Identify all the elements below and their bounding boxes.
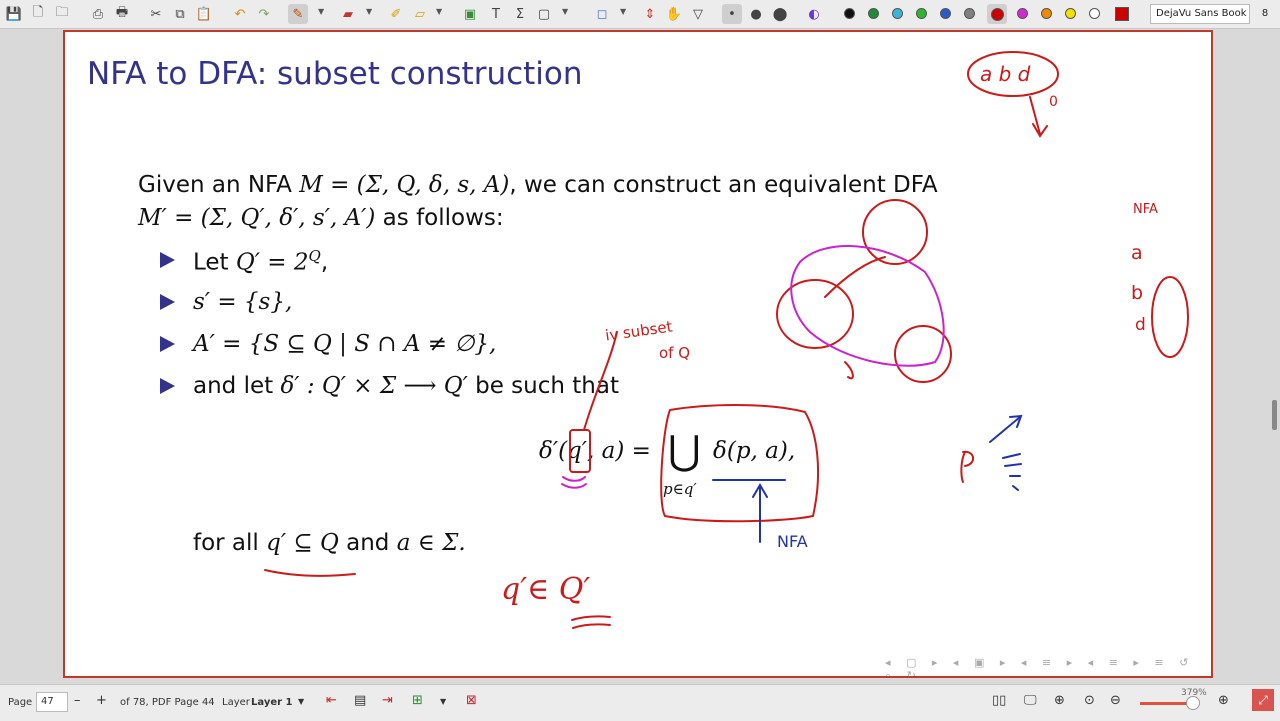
zoom-out-icon[interactable]: ⊖ [1110, 693, 1121, 708]
layer-label: Layer [222, 697, 250, 708]
page-number-input[interactable]: 47 [36, 692, 68, 712]
font-size-value[interactable]: 8 [1254, 4, 1276, 24]
ink-box-qprime [569, 429, 591, 473]
layer-chevron-icon[interactable]: ▼ [298, 697, 304, 706]
zoom-100-icon[interactable]: ⊙ [1084, 693, 1095, 708]
ink-double-underline [571, 615, 611, 629]
open-folder-icon[interactable]: 🗀 [52, 4, 72, 24]
rect-select-icon[interactable]: ◻ [592, 4, 612, 24]
ink-arrow-1 [824, 256, 886, 298]
new-document-icon[interactable]: 🗋 [28, 4, 48, 24]
color-gray-swatch[interactable] [964, 8, 975, 19]
ink-text-q-in-Q: q′∈ Q′ [501, 572, 591, 607]
ink-blue-arrow [752, 483, 768, 543]
color-lightgreen-swatch[interactable] [916, 8, 927, 19]
vertical-space-icon[interactable]: ⇕ [640, 4, 660, 24]
select-rect-icon[interactable]: ▢ [534, 4, 554, 24]
shapes-icon[interactable]: ▱ [410, 4, 430, 24]
ink-blue-arrow-p [989, 414, 1023, 443]
cut-icon[interactable]: ✂ [146, 4, 166, 24]
ink-letter-p [960, 450, 974, 483]
pen-options-chevron-icon[interactable]: ▼ [318, 7, 324, 16]
redo-icon[interactable]: ↷ [254, 4, 274, 24]
delete-layer-icon[interactable]: ⊠ [466, 693, 477, 708]
ink-state-circle-1 [776, 279, 854, 349]
two-page-view-icon[interactable]: ▯▯ [992, 693, 1006, 708]
export-pdf-icon[interactable]: ⎙ [88, 4, 108, 24]
zoom-fit-icon[interactable]: ⊕ [1054, 693, 1065, 708]
undo-icon[interactable]: ↶ [230, 4, 250, 24]
dropdown-triangle-icon[interactable]: ▽ [688, 4, 708, 24]
main-toolbar: 💾 🗋 🗀 ⎙ 🖶 ✂ ⧉ 📋 ↶ ↷ ✎ ▼ ▰ ▼ ✐ ▱ ▼ ▣ T Σ … [0, 0, 1280, 29]
latex-sigma-icon[interactable]: Σ [510, 4, 530, 24]
copy-icon[interactable]: ⧉ [170, 4, 190, 24]
ink-annotations[interactable] [65, 32, 1213, 678]
page-increment-button[interactable]: + [96, 693, 107, 708]
ink-state-circle-3 [894, 325, 952, 383]
color-blue-swatch[interactable] [940, 8, 951, 19]
color-black-swatch[interactable] [844, 8, 855, 19]
beamer-navigation-bar[interactable]: ◂ ▢ ▸ ◂ ▣ ▸ ◂ ≡ ▸ ◂ ≡ ▸ ≡ ↺ ⌕ ↻ [885, 656, 1211, 676]
zoom-slider-handle[interactable] [1186, 696, 1200, 710]
ink-text-row-d: d [1135, 315, 1146, 335]
color-red-selected[interactable] [987, 4, 1007, 24]
color-magenta-swatch[interactable] [1017, 8, 1028, 19]
rect-select-chevron-icon[interactable]: ▼ [620, 7, 626, 16]
ink-arrow-down [1029, 96, 1048, 138]
ink-text-row-b: b [1131, 282, 1144, 304]
ink-magenta-underline [561, 476, 587, 489]
ink-blue-hatch [1002, 453, 1022, 491]
layer-stack-icon[interactable]: ▤ [354, 693, 366, 708]
eraser-icon[interactable]: ▰ [338, 4, 358, 24]
fullscreen-icon[interactable]: ⤢ [1252, 689, 1274, 711]
color-orange-swatch[interactable] [1041, 8, 1052, 19]
zoom-in-icon[interactable]: ⊕ [1218, 693, 1229, 708]
vertical-scrollbar[interactable] [1272, 400, 1277, 430]
ink-text-nfa-arrow: NFA [777, 532, 808, 551]
zoom-slider-fill [1140, 702, 1188, 705]
font-selector[interactable]: DejaVu Sans Book [1150, 4, 1250, 24]
page-decrement-button[interactable]: – [74, 693, 81, 708]
ink-arrow-2 [844, 361, 854, 380]
last-layer-icon[interactable]: ⇥ [382, 693, 393, 708]
custom-color-button[interactable] [1112, 4, 1132, 24]
hand-tool-icon[interactable]: ✋ [664, 4, 684, 24]
eraser-options-chevron-icon[interactable]: ▼ [366, 7, 372, 16]
ink-text-row-a: a [1131, 242, 1143, 264]
color-white-swatch[interactable] [1089, 8, 1100, 19]
page-label: Page [8, 697, 33, 708]
highlighter-icon[interactable]: ✐ [386, 4, 406, 24]
ink-text-zero: 0 [1049, 94, 1058, 110]
select-chevron-icon[interactable]: ▼ [562, 7, 568, 16]
status-bar: Page 47 – + of 78, PDF Page 44 Layer Lay… [0, 684, 1280, 721]
color-cyan-swatch[interactable] [892, 8, 903, 19]
text-tool-icon[interactable]: T [486, 4, 506, 24]
ink-text-subset-note-2: of Q [659, 344, 691, 362]
first-layer-icon[interactable]: ⇤ [326, 693, 337, 708]
ink-text-nfa-right: NFA [1133, 202, 1158, 217]
ink-line-to-note [583, 331, 618, 431]
pen-size-small-icon[interactable]: • [722, 4, 742, 24]
add-layer-chevron-icon[interactable]: ▼ [440, 697, 446, 706]
fill-icon[interactable]: ◐ [804, 4, 824, 24]
color-yellow-swatch[interactable] [1065, 8, 1076, 19]
pen-size-large-icon[interactable]: ⬤ [770, 4, 790, 24]
paste-icon[interactable]: 📋 [194, 4, 214, 24]
add-layer-icon[interactable]: ⊞ [412, 693, 423, 708]
pen-size-medium-icon[interactable]: ● [746, 4, 766, 24]
print-icon[interactable]: 🖶 [112, 4, 132, 24]
image-icon[interactable]: ▣ [460, 4, 480, 24]
pen-tool-icon[interactable]: ✎ [288, 4, 308, 24]
ink-underline-qprime [264, 569, 356, 577]
document-page[interactable]: NFA to DFA: subset construction Given an… [63, 30, 1213, 678]
layer-selector[interactable]: Layer 1 [251, 697, 292, 708]
presentation-mode-icon[interactable]: 🖵 [1024, 693, 1037, 708]
color-green-swatch[interactable] [868, 8, 879, 19]
save-icon[interactable]: 💾 [4, 4, 24, 24]
ink-ellipse-right [1151, 276, 1189, 358]
ink-box-union [660, 404, 820, 523]
shapes-chevron-icon[interactable]: ▼ [436, 7, 442, 16]
ink-text-abd: a b d [980, 62, 1031, 86]
page-of-text: of 78, PDF Page 44 [120, 697, 215, 708]
